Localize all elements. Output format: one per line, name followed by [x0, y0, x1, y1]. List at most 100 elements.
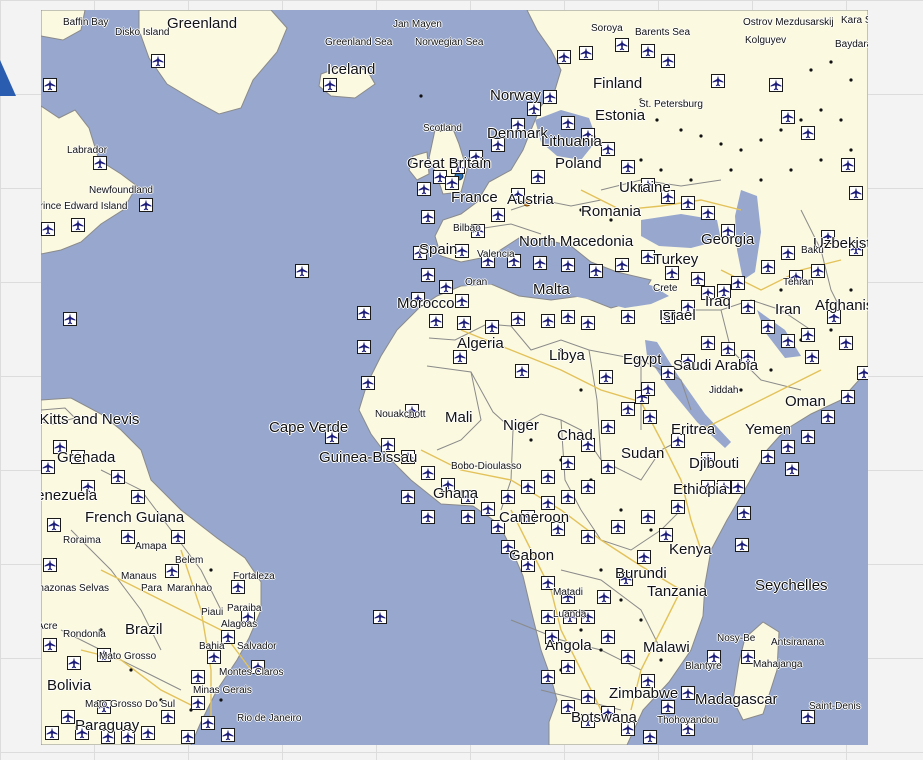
airplane-icon[interactable] [41, 460, 55, 474]
airplane-icon[interactable] [681, 686, 695, 700]
airplane-icon[interactable] [191, 696, 205, 710]
airplane-icon[interactable] [601, 630, 615, 644]
airplane-icon[interactable] [581, 530, 595, 544]
airplane-icon[interactable] [661, 54, 675, 68]
airplane-icon[interactable] [457, 316, 471, 330]
airplane-icon[interactable] [323, 78, 337, 92]
airplane-icon[interactable] [421, 510, 435, 524]
airplane-icon[interactable] [691, 272, 705, 286]
airplane-icon[interactable] [421, 210, 435, 224]
airplane-icon[interactable] [641, 382, 655, 396]
airplane-icon[interactable] [543, 90, 557, 104]
airplane-icon[interactable] [761, 320, 775, 334]
airplane-icon[interactable] [43, 638, 57, 652]
airplane-icon[interactable] [737, 506, 751, 520]
airplane-icon[interactable] [781, 334, 795, 348]
airplane-icon[interactable] [801, 328, 815, 342]
airplane-icon[interactable] [445, 176, 459, 190]
airplane-icon[interactable] [533, 256, 547, 270]
airplane-icon[interactable] [421, 466, 435, 480]
airplane-icon[interactable] [561, 490, 575, 504]
airplane-icon[interactable] [501, 490, 515, 504]
airplane-icon[interactable] [621, 310, 635, 324]
airplane-icon[interactable] [805, 350, 819, 364]
airplane-icon[interactable] [141, 726, 155, 740]
airplane-icon[interactable] [841, 390, 855, 404]
airplane-icon[interactable] [557, 50, 571, 64]
airplane-icon[interactable] [421, 268, 435, 282]
airplane-icon[interactable] [511, 312, 525, 326]
airplane-icon[interactable] [643, 410, 657, 424]
airplane-icon[interactable] [561, 258, 575, 272]
airplane-icon[interactable] [231, 580, 245, 594]
airplane-icon[interactable] [151, 54, 165, 68]
airplane-icon[interactable] [601, 460, 615, 474]
airplane-icon[interactable] [801, 710, 815, 724]
airplane-icon[interactable] [455, 294, 469, 308]
map-viewport[interactable]: Greenland Iceland Norway Finland Estonia Denm… [41, 10, 868, 745]
airplane-icon[interactable] [491, 208, 505, 222]
airplane-icon[interactable] [581, 690, 595, 704]
airplane-icon[interactable] [701, 206, 715, 220]
airplane-icon[interactable] [801, 430, 815, 444]
airplane-icon[interactable] [581, 480, 595, 494]
airplane-icon[interactable] [165, 564, 179, 578]
airplane-icon[interactable] [611, 520, 625, 534]
airplane-icon[interactable] [781, 110, 795, 124]
airplane-icon[interactable] [839, 336, 853, 350]
airplane-icon[interactable] [361, 376, 375, 390]
airplane-icon[interactable] [41, 222, 55, 236]
airplane-icon[interactable] [621, 160, 635, 174]
airplane-icon[interactable] [643, 730, 657, 744]
airplane-icon[interactable] [191, 670, 205, 684]
airplane-icon[interactable] [659, 528, 673, 542]
airplane-icon[interactable] [661, 700, 675, 714]
airplane-icon[interactable] [531, 170, 545, 184]
airplane-icon[interactable] [731, 276, 745, 290]
airplane-icon[interactable] [67, 656, 81, 670]
airplane-icon[interactable] [417, 182, 431, 196]
airplane-icon[interactable] [357, 306, 371, 320]
airplane-icon[interactable] [295, 264, 309, 278]
airplane-icon[interactable] [849, 186, 863, 200]
airplane-icon[interactable] [841, 158, 855, 172]
airplane-icon[interactable] [171, 530, 185, 544]
airplane-icon[interactable] [121, 530, 135, 544]
airplane-icon[interactable] [821, 410, 835, 424]
airplane-icon[interactable] [637, 550, 651, 564]
airplane-icon[interactable] [429, 314, 443, 328]
airplane-icon[interactable] [731, 480, 745, 494]
airplane-icon[interactable] [453, 350, 467, 364]
airplane-icon[interactable] [71, 218, 85, 232]
airplane-icon[interactable] [561, 116, 575, 130]
airplane-icon[interactable] [597, 590, 611, 604]
airplane-icon[interactable] [139, 198, 153, 212]
airplane-icon[interactable] [701, 336, 715, 350]
airplane-icon[interactable] [461, 510, 475, 524]
airplane-icon[interactable] [621, 650, 635, 664]
airplane-icon[interactable] [665, 266, 679, 280]
airplane-icon[interactable] [541, 314, 555, 328]
airplane-icon[interactable] [61, 710, 75, 724]
airplane-icon[interactable] [515, 364, 529, 378]
airplane-icon[interactable] [681, 196, 695, 210]
airplane-icon[interactable] [521, 480, 535, 494]
airplane-icon[interactable] [599, 370, 613, 384]
airplane-icon[interactable] [769, 78, 783, 92]
airplane-icon[interactable] [43, 78, 57, 92]
airplane-icon[interactable] [373, 610, 387, 624]
airplane-icon[interactable] [711, 74, 725, 88]
airplane-icon[interactable] [785, 462, 799, 476]
airplane-icon[interactable] [357, 340, 371, 354]
airplane-icon[interactable] [47, 518, 61, 532]
airplane-icon[interactable] [541, 496, 555, 510]
airplane-icon[interactable] [601, 420, 615, 434]
airplane-icon[interactable] [761, 450, 775, 464]
airplane-icon[interactable] [781, 246, 795, 260]
airplane-icon[interactable] [43, 558, 57, 572]
airplane-icon[interactable] [201, 716, 215, 730]
airplane-icon[interactable] [721, 342, 735, 356]
airplane-icon[interactable] [131, 490, 145, 504]
airplane-icon[interactable] [671, 500, 685, 514]
airplane-icon[interactable] [111, 470, 125, 484]
